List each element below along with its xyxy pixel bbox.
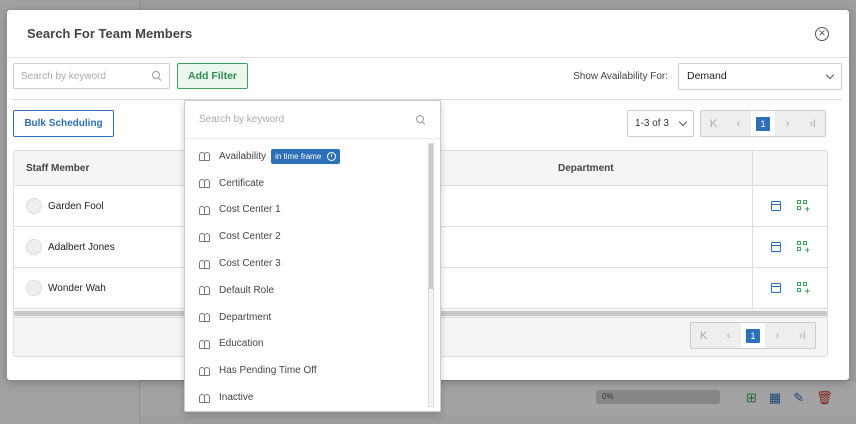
filter-item-label: Cost Center 2 [219, 231, 281, 243]
people-icon [199, 152, 211, 162]
column-separator [752, 227, 753, 267]
filter-list: Availability in time frame Certificate C… [185, 143, 428, 411]
current-page-number: 1 [756, 116, 770, 131]
filter-scrollbar[interactable] [428, 143, 434, 407]
avatar [26, 239, 42, 255]
search-input[interactable] [21, 70, 152, 82]
filter-item-default-role[interactable]: Default Role [185, 277, 428, 304]
staff-name: Adalbert Jones [48, 241, 115, 253]
pagination-top: K ‹ 1 › ›I [700, 110, 826, 137]
current-page[interactable]: 1 [751, 111, 775, 136]
filter-item-label: Has Pending Time Off [219, 365, 317, 377]
filter-item-label: Default Role [219, 284, 275, 296]
next-page-button[interactable]: › [765, 323, 790, 348]
filter-search[interactable] [185, 101, 440, 139]
calendar-icon[interactable] [771, 201, 781, 211]
pagination-bottom: K ‹ 1 › ›I [690, 322, 816, 349]
people-icon [199, 259, 211, 269]
people-icon [199, 232, 211, 242]
people-icon [199, 205, 211, 215]
last-page-button[interactable]: ›I [790, 323, 815, 348]
add-filter-button[interactable]: Add Filter [177, 63, 248, 89]
filter-item-cost-center-3[interactable]: Cost Center 3 [185, 250, 428, 277]
filter-dropdown: Availability in time frame Certificate C… [184, 100, 441, 412]
current-page[interactable]: 1 [741, 323, 765, 348]
column-staff-member[interactable]: Staff Member [26, 163, 89, 174]
filter-item-department[interactable]: Department [185, 304, 428, 331]
scrollbar-thumb[interactable] [429, 144, 433, 289]
result-count: 1-3 of 3 [635, 118, 669, 129]
filter-item-cost-center-1[interactable]: Cost Center 1 [185, 197, 428, 224]
search-toolbar: Add Filter Show Availability For: Demand [13, 62, 842, 90]
filter-item-label: Department [219, 311, 272, 323]
people-icon [199, 179, 211, 189]
filter-item-label: Certificate [219, 177, 265, 189]
search-icon [416, 114, 426, 125]
avatar [26, 198, 42, 214]
filter-item-inactive[interactable]: Inactive [185, 384, 428, 411]
column-separator [752, 186, 753, 226]
current-page-number: 1 [746, 328, 760, 343]
search-icon [152, 71, 162, 81]
column-department[interactable]: Department [558, 163, 614, 174]
calendar-icon[interactable] [771, 242, 781, 252]
availability-select[interactable]: Demand [678, 62, 842, 90]
close-icon[interactable]: ✕ [815, 26, 829, 41]
people-icon [199, 366, 211, 376]
filter-item-label: Education [219, 338, 264, 350]
column-separator [752, 151, 753, 185]
people-icon [199, 313, 211, 323]
people-icon [199, 339, 211, 349]
badge-label: in time frame [275, 151, 322, 161]
modal-header: Search For Team Members ✕ [7, 10, 849, 58]
add-schedule-icon[interactable]: + [797, 282, 810, 296]
first-page-button[interactable]: K [691, 323, 716, 348]
add-schedule-icon[interactable]: + [797, 200, 810, 214]
filter-item-label: Inactive [219, 392, 254, 404]
filter-item-has-pending-time-off[interactable]: Has Pending Time Off [185, 357, 428, 384]
staff-name: Wonder Wah [48, 282, 106, 294]
last-page-button[interactable]: ›I [800, 111, 825, 136]
availability-value: Demand [687, 70, 727, 82]
chevron-down-icon [825, 70, 835, 79]
first-page-button[interactable]: K [701, 111, 726, 136]
filter-item-label: Cost Center 1 [219, 204, 281, 216]
page-size-select[interactable]: 1-3 of 3 [627, 110, 694, 137]
time-frame-badge[interactable]: in time frame [271, 148, 341, 164]
staff-name: Garden Fool [48, 200, 104, 212]
modal-title: Search For Team Members [27, 26, 193, 41]
filter-item-availability[interactable]: Availability in time frame [185, 143, 428, 170]
people-icon [199, 393, 211, 403]
filter-search-input[interactable] [199, 114, 416, 125]
keyword-search[interactable] [13, 63, 170, 89]
availability-label: Show Availability For: [573, 70, 668, 82]
prev-page-button[interactable]: ‹ [716, 323, 741, 348]
add-schedule-icon[interactable]: + [797, 241, 810, 255]
people-icon [199, 286, 211, 296]
next-page-button[interactable]: › [775, 111, 800, 136]
filter-item-label: Cost Center 3 [219, 258, 281, 270]
chevron-down-icon [678, 117, 688, 127]
filter-item-certificate[interactable]: Certificate [185, 170, 428, 197]
calendar-icon[interactable] [771, 283, 781, 293]
column-separator [752, 268, 753, 308]
prev-page-button[interactable]: ‹ [726, 111, 751, 136]
filter-item-label: Availability [219, 150, 267, 162]
clock-icon [327, 151, 337, 161]
filter-item-cost-center-2[interactable]: Cost Center 2 [185, 223, 428, 250]
filter-item-education[interactable]: Education [185, 331, 428, 358]
avatar [26, 280, 42, 296]
bulk-scheduling-button[interactable]: Bulk Scheduling [13, 110, 114, 137]
